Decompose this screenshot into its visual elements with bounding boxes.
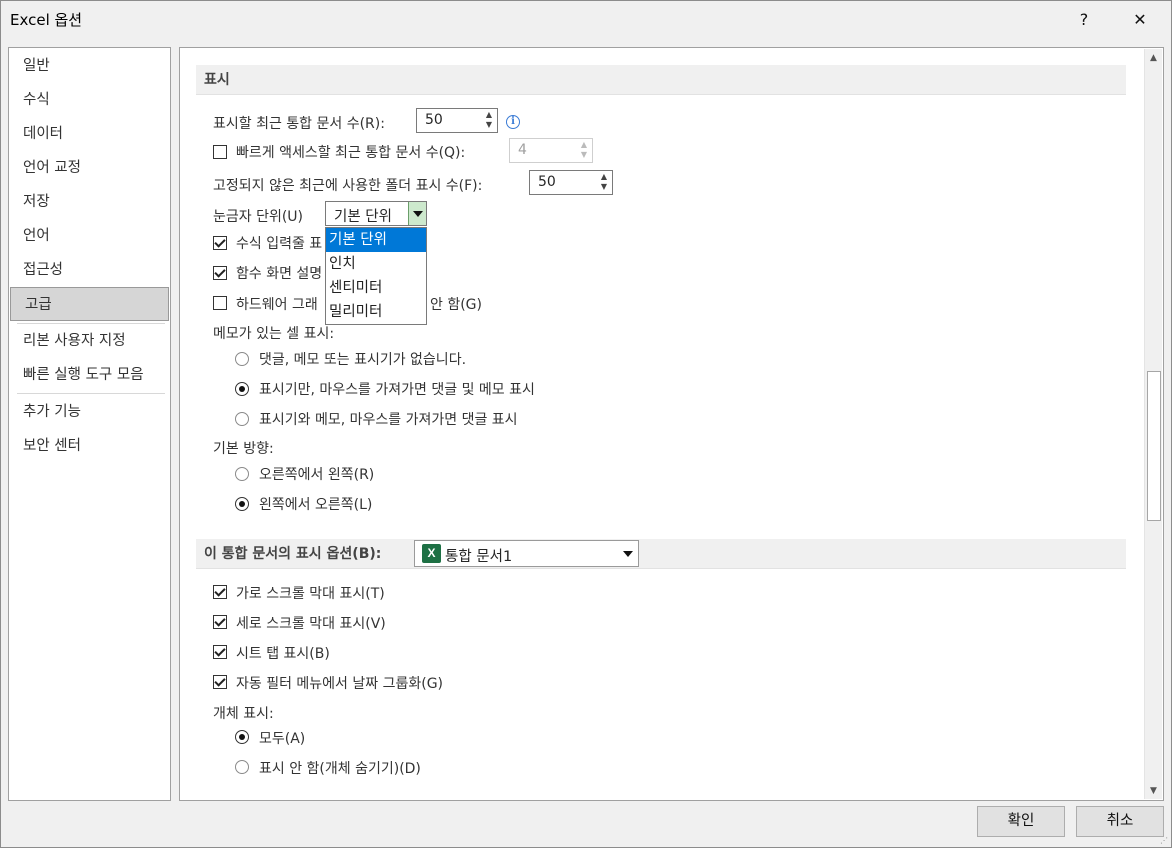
scroll-down-icon[interactable]: ▼ (1145, 782, 1162, 799)
sidebar-item-proofing[interactable]: 언어 교정 (9, 151, 170, 185)
vscroll-checkbox[interactable] (213, 615, 227, 629)
comment-radio-indicator-memo[interactable] (235, 412, 249, 426)
sheet-tabs-label: 시트 탭 표시(B) (236, 646, 330, 662)
direction-label: 기본 방향: (213, 441, 274, 457)
objects-option-hide: 표시 안 함(개체 숨기기)(D) (259, 761, 421, 777)
spin-down-icon[interactable]: ▼ (483, 120, 495, 130)
comment-option-indicator: 표시기만, 마우스를 가져가면 댓글 및 메모 표시 (259, 382, 535, 398)
direction-option-ltr: 왼쪽에서 오른쪽(L) (259, 497, 373, 513)
comment-option-indicator-memo: 표시기와 메모, 마우스를 가져가면 댓글 표시 (259, 412, 518, 428)
options-content: 표시 표시할 최근 통합 문서 수(R): 50 ▲ ▼ i 빠르게 액세스할 최… (179, 47, 1164, 801)
hw-accel-checkbox[interactable] (213, 296, 227, 310)
ruler-units-label: 눈금자 단위(U) (213, 209, 304, 225)
objects-label: 개체 표시: (213, 706, 274, 722)
vscroll-label: 세로 스크롤 막대 표시(V) (236, 616, 386, 632)
quick-access-value: 4 (518, 142, 527, 158)
info-icon[interactable]: i (506, 115, 520, 129)
sidebar-item-language[interactable]: 언어 (9, 219, 170, 253)
resize-grip-icon[interactable]: ⋰ (1160, 836, 1170, 846)
function-tips-checkbox[interactable] (213, 266, 227, 280)
formula-bar-label: 수식 입력줄 표 (236, 236, 323, 252)
ruler-option-inch[interactable]: 인치 (326, 252, 426, 276)
sidebar-item-data[interactable]: 데이터 (9, 117, 170, 151)
hw-accel-label-tail: 안 함(G) (430, 297, 482, 313)
scrollbar-thumb[interactable] (1147, 371, 1161, 521)
sidebar-item-add-ins[interactable]: 추가 기능 (9, 395, 170, 429)
comment-radio-none[interactable] (235, 352, 249, 366)
window-title: Excel 옵션 (10, 11, 83, 29)
sidebar-item-accessibility[interactable]: 접근성 (9, 253, 170, 287)
sidebar-divider (17, 393, 165, 394)
sidebar: 일반 수식 데이터 언어 교정 저장 언어 접근성 고급 리본 사용자 지정 빠… (8, 47, 171, 801)
autofilter-date-label: 자동 필터 메뉴에서 날짜 그룹화(G) (236, 676, 444, 692)
recent-docs-value: 50 (425, 112, 443, 128)
comment-radio-indicator[interactable] (235, 382, 249, 396)
dropdown-button[interactable] (408, 202, 426, 225)
recent-folders-value: 50 (538, 174, 556, 190)
recent-folders-label: 고정되지 않은 최근에 사용한 폴더 표시 수(F): (213, 178, 483, 194)
sidebar-item-save[interactable]: 저장 (9, 185, 170, 219)
comments-display-label: 메모가 있는 셀 표시: (213, 326, 335, 342)
recent-docs-label: 표시할 최근 통합 문서 수(R): (213, 116, 385, 132)
spin-down-icon[interactable]: ▼ (578, 150, 590, 160)
formula-bar-checkbox[interactable] (213, 236, 227, 250)
hscroll-checkbox[interactable] (213, 585, 227, 599)
vertical-scrollbar[interactable]: ▲ ▼ (1144, 49, 1162, 799)
workbook-select-value: 통합 문서1 (445, 549, 513, 565)
chevron-down-icon (412, 210, 423, 217)
hscroll-label: 가로 스크롤 막대 표시(T) (236, 586, 385, 602)
sidebar-item-formulas[interactable]: 수식 (9, 83, 170, 117)
help-button[interactable]: ? (1061, 0, 1107, 38)
ruler-option-mm[interactable]: 밀리미터 (326, 300, 426, 324)
section-header-display: 표시 (196, 65, 1126, 95)
sidebar-item-trust-center[interactable]: 보안 센터 (9, 429, 170, 463)
ruler-option-cm[interactable]: 센티미터 (326, 276, 426, 300)
ruler-units-options: 기본 단위 인치 센티미터 밀리미터 (325, 227, 427, 325)
workbook-options-label: 이 통합 문서의 표시 옵션(B): (204, 546, 382, 562)
sidebar-item-customize-ribbon[interactable]: 리본 사용자 지정 (9, 324, 170, 358)
objects-radio-all[interactable] (235, 730, 249, 744)
ruler-option-default[interactable]: 기본 단위 (326, 228, 426, 252)
objects-option-all: 모두(A) (259, 731, 306, 747)
scroll-up-icon[interactable]: ▲ (1145, 49, 1162, 66)
ruler-units-dropdown[interactable]: 기본 단위 (325, 201, 427, 226)
objects-radio-hide[interactable] (235, 760, 249, 774)
sidebar-item-general[interactable]: 일반 (9, 49, 170, 83)
comment-option-none: 댓글, 메모 또는 표시기가 없습니다. (259, 352, 467, 368)
quick-access-checkbox[interactable] (213, 145, 227, 159)
ruler-units-value: 기본 단위 (334, 209, 392, 225)
direction-option-rtl: 오른쪽에서 왼쪽(R) (259, 467, 375, 483)
quick-access-label: 빠르게 액세스할 최근 통합 문서 수(Q): (236, 145, 466, 161)
close-button[interactable]: ✕ (1117, 0, 1163, 38)
chevron-down-icon (623, 551, 633, 557)
sheet-tabs-checkbox[interactable] (213, 645, 227, 659)
direction-radio-ltr[interactable] (235, 497, 249, 511)
spin-down-icon[interactable]: ▼ (598, 182, 610, 192)
sidebar-item-advanced[interactable]: 고급 (10, 287, 169, 321)
section-header-workbook: 이 통합 문서의 표시 옵션(B): (196, 539, 1126, 569)
spin-up-icon[interactable]: ▲ (578, 140, 590, 150)
direction-radio-rtl[interactable] (235, 467, 249, 481)
sidebar-item-quick-access-toolbar[interactable]: 빠른 실행 도구 모음 (9, 358, 170, 392)
close-icon: ✕ (1133, 9, 1147, 29)
recent-docs-spinner[interactable]: 50 ▲ ▼ (416, 108, 498, 133)
quick-access-spinner[interactable]: 4 ▲ ▼ (509, 138, 593, 163)
ok-button[interactable]: 확인 (977, 806, 1065, 837)
function-tips-label: 함수 화면 설명 (236, 266, 323, 282)
spin-up-icon[interactable]: ▲ (483, 110, 495, 120)
spin-up-icon[interactable]: ▲ (598, 172, 610, 182)
cancel-button[interactable]: 취소 (1076, 806, 1164, 837)
workbook-select[interactable]: X 통합 문서1 (414, 540, 639, 567)
autofilter-date-checkbox[interactable] (213, 675, 227, 689)
excel-icon: X (422, 544, 441, 563)
hw-accel-label: 하드웨어 그래 (236, 297, 318, 313)
recent-folders-spinner[interactable]: 50 ▲ ▼ (529, 170, 613, 195)
